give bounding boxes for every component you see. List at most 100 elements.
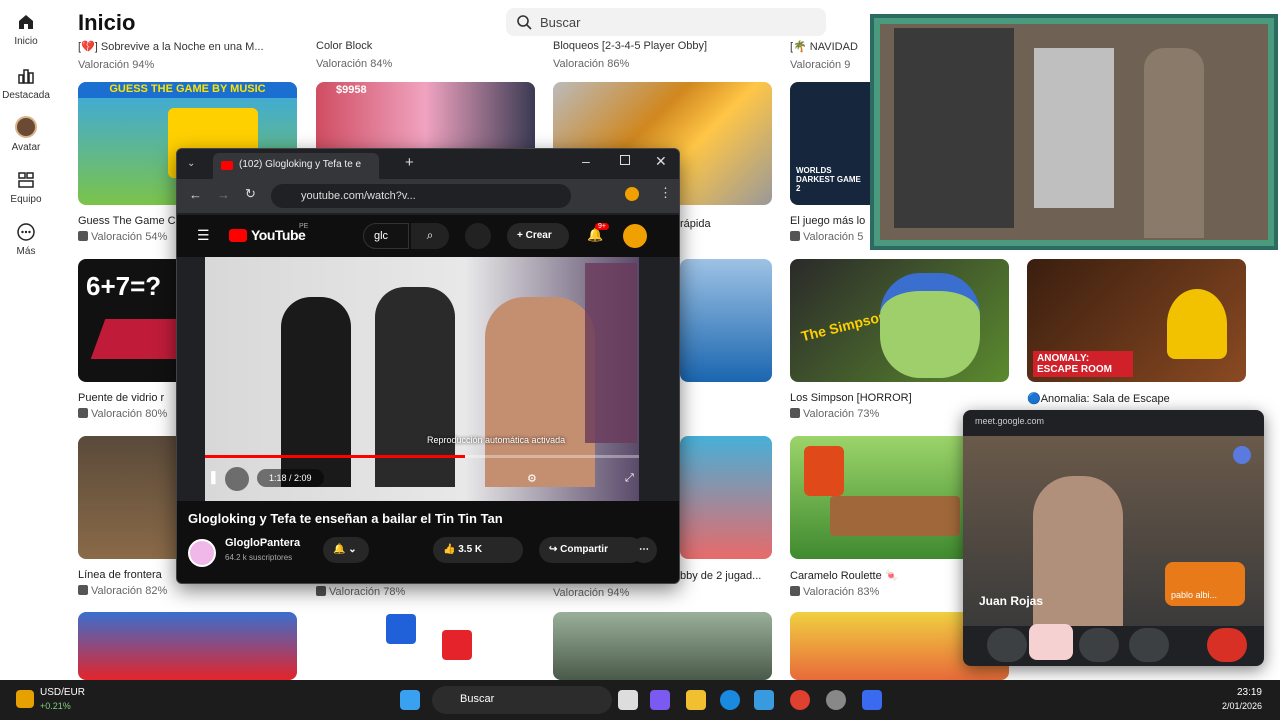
autoplay-notice: Reproducción automática activada xyxy=(427,435,566,445)
progress-track[interactable] xyxy=(205,455,639,458)
back-icon[interactable]: ← xyxy=(189,187,202,202)
yt-search-icon[interactable]: ⌕ xyxy=(411,223,449,249)
channel-avatar[interactable] xyxy=(188,539,216,567)
camera-off-button[interactable] xyxy=(1029,624,1073,660)
tab-title: (102) Glogloking y Tefa te e xyxy=(239,159,362,170)
more-actions-icon[interactable]: ⋯ xyxy=(631,537,657,563)
game-card[interactable]: [💔] Sobrevive a la Noche en una M... Val… xyxy=(78,40,264,71)
rail-label: Más xyxy=(16,246,36,257)
person-figure xyxy=(281,297,351,487)
game-rating: Valoración 78% xyxy=(329,586,406,598)
game-name: Bloqueos [2-3-4-5 Player Obby] xyxy=(553,40,708,52)
thumbnail-text: 6+7=? xyxy=(86,271,162,301)
chrome-icon[interactable] xyxy=(790,690,810,710)
share-button[interactable]: ↪ Compartir xyxy=(539,537,643,563)
settings-icon[interactable]: ⚙ xyxy=(527,472,537,485)
forward-icon[interactable]: → xyxy=(217,187,230,202)
game-thumbnail[interactable] xyxy=(553,612,772,680)
rail-home[interactable]: Inicio xyxy=(0,12,52,47)
rail-featured[interactable]: Destacada xyxy=(0,66,52,101)
minimize-icon[interactable]: – xyxy=(582,153,590,169)
windows-start-icon[interactable] xyxy=(400,690,420,710)
new-tab-icon[interactable]: + xyxy=(405,154,414,171)
taskbar-search[interactable]: Buscar xyxy=(432,686,612,714)
yt-search-input[interactable]: glc xyxy=(363,223,409,249)
yt-search-text: glc xyxy=(374,230,389,242)
youtube-header: ☰ YouTube PE glc ⌕ + Crear 🔔 9+ xyxy=(177,215,679,257)
channel-name[interactable]: GlogloPantera xyxy=(225,537,300,549)
hamburger-icon[interactable]: ☰ xyxy=(197,227,210,244)
video-player[interactable]: Reproducción automática activada ❚❚ 1:18… xyxy=(205,257,639,501)
video-info: Glogloking y Tefa te enseñan a bailar el… xyxy=(177,501,679,583)
more-options-icon[interactable] xyxy=(1233,446,1251,464)
thumbnail-text: GUESS THE GAME BY MUSIC xyxy=(78,82,297,98)
game-thumbnail[interactable]: ANOMALY: ESCAPE ROOM xyxy=(1027,259,1246,382)
progress-fill xyxy=(205,455,466,458)
present-button[interactable] xyxy=(1079,628,1119,662)
fullscreen-icon[interactable]: ⤢ xyxy=(625,472,634,485)
app-icon[interactable] xyxy=(862,690,882,710)
leave-call-button[interactable] xyxy=(1207,628,1247,662)
like-button[interactable]: 👍 3.5 K xyxy=(433,537,523,563)
game-name: rápida xyxy=(680,218,711,230)
rail-team[interactable]: Equipo xyxy=(0,170,52,205)
tab-search-icon[interactable]: ⌄ xyxy=(187,158,195,169)
app-icon[interactable] xyxy=(826,690,846,710)
game-rating: Valoración 94% xyxy=(553,587,630,599)
raise-hand-button[interactable] xyxy=(1129,628,1169,662)
game-thumbnail[interactable] xyxy=(680,259,772,382)
game-thumbnail[interactable] xyxy=(680,436,772,559)
webcam-overlay xyxy=(870,14,1278,250)
game-card[interactable]: [🌴 NAVIDAD Valoración 9 xyxy=(790,40,858,71)
account-avatar[interactable] xyxy=(623,224,647,248)
rail-avatar[interactable]: Avatar xyxy=(0,116,52,153)
game-card[interactable]: Color Block Valoración 84% xyxy=(316,40,392,70)
create-button[interactable]: + Crear xyxy=(507,223,569,249)
profile-icon[interactable] xyxy=(625,187,639,201)
game-card[interactable]: ANOMALY: ESCAPE ROOM 🔵Anomalia: Sala de … xyxy=(1027,259,1246,405)
rail-more[interactable]: Más xyxy=(0,222,52,257)
maximize-icon[interactable] xyxy=(620,155,630,165)
task-view-icon[interactable] xyxy=(618,690,638,710)
browser-tab[interactable]: (102) Glogloking y Tefa te e xyxy=(213,153,379,179)
game-card[interactable] xyxy=(553,612,772,680)
browser-window[interactable]: ⌄ (102) Glogloking y Tefa te e + – ✕ ← →… xyxy=(176,148,680,584)
copilot-icon[interactable] xyxy=(650,690,670,710)
close-icon[interactable]: ✕ xyxy=(655,153,667,170)
search-input[interactable]: Buscar xyxy=(506,8,826,36)
volume-icon[interactable] xyxy=(225,467,249,491)
self-view-name: pablo albi... xyxy=(1171,590,1218,600)
notification-bell-button[interactable]: 🔔 ⌄ xyxy=(323,537,369,563)
pause-icon[interactable]: ❚❚ xyxy=(205,469,219,485)
reload-icon[interactable]: ↻ xyxy=(245,186,256,202)
game-thumbnail[interactable] xyxy=(316,612,535,680)
menu-icon[interactable]: ⋮ xyxy=(659,185,672,201)
store-icon[interactable] xyxy=(754,690,774,710)
mic-button[interactable] xyxy=(987,628,1027,662)
game-thumbnail[interactable]: The Simpsons xyxy=(790,259,1009,382)
notif-badge: 9+ xyxy=(595,223,609,230)
game-rating: Valoración 73% xyxy=(803,408,880,420)
game-rating: Valoración 86% xyxy=(553,58,630,70)
game-card[interactable] xyxy=(78,612,297,680)
like-count: 3.5 K xyxy=(458,544,483,555)
thumbs-up-icon xyxy=(316,586,326,596)
url-field[interactable]: youtube.com/watch?v... xyxy=(271,184,571,208)
game-name: Los Simpson [HORROR] xyxy=(790,392,912,404)
meet-window[interactable]: meet.google.com Juan Rojas pablo albi... xyxy=(963,410,1264,666)
file-explorer-icon[interactable] xyxy=(686,690,706,710)
game-rating: Valoración 83% xyxy=(803,586,880,598)
game-card[interactable]: The Simpsons Los Simpson [HORROR] Valora… xyxy=(790,259,1009,420)
game-card[interactable]: Valoración 78% xyxy=(316,586,535,598)
stocks-icon[interactable] xyxy=(16,690,34,708)
self-view-tile[interactable]: pablo albi... xyxy=(1165,562,1245,606)
mic-icon[interactable] xyxy=(465,223,491,249)
edge-icon[interactable] xyxy=(720,690,740,710)
youtube-logo-icon[interactable] xyxy=(229,229,247,242)
game-card[interactable] xyxy=(680,436,772,559)
clock-date: 2/01/2026 xyxy=(1221,701,1262,711)
game-card[interactable] xyxy=(316,612,535,680)
game-card[interactable] xyxy=(680,259,772,382)
game-card[interactable]: Bloqueos [2-3-4-5 Player Obby] Valoració… xyxy=(553,40,707,70)
game-thumbnail[interactable] xyxy=(78,612,297,680)
